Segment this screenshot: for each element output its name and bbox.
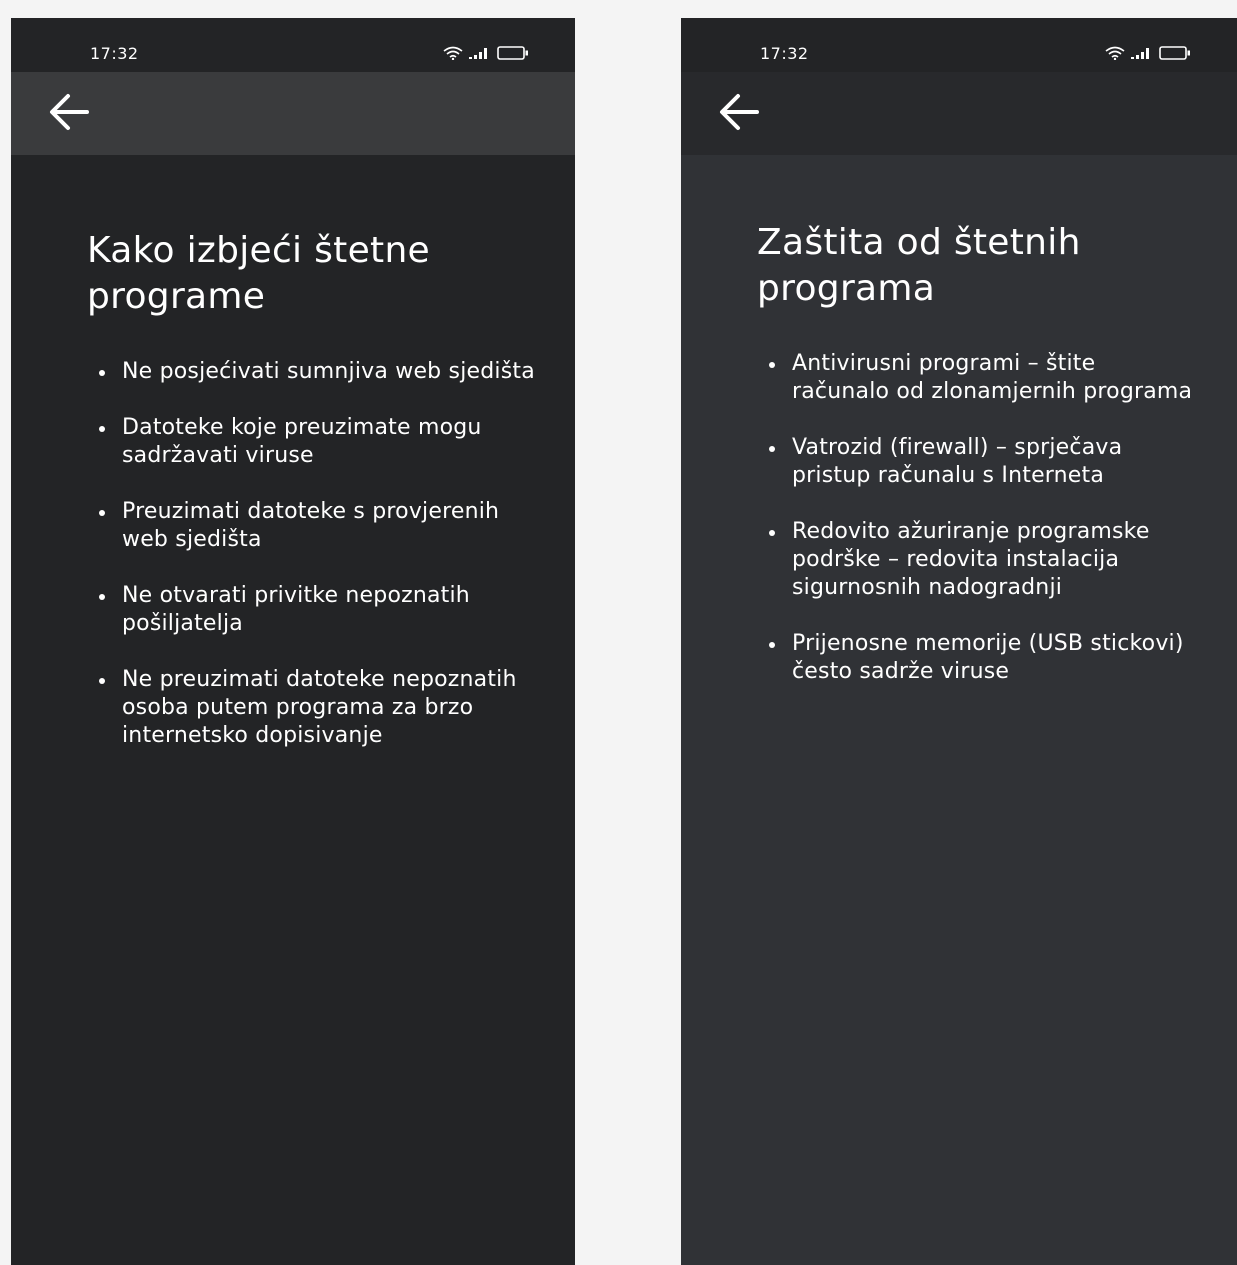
phone-screen-left: 17:32 Kako izbjeći štetne programe Ne po… <box>11 18 575 1265</box>
list-item: Prijenosne memorije (USB stickovi) često… <box>767 630 1197 686</box>
protection-list: Antivirusni programi – štite računalo od… <box>757 350 1197 686</box>
list-item: Ne otvarati privitke nepoznatih pošiljat… <box>97 582 535 638</box>
list-item: Preuzimati datoteke s provjerenih web sj… <box>97 498 535 554</box>
list-item: Ne posjećivati sumnjiva web sjedišta <box>97 358 535 386</box>
status-bar: 17:32 <box>11 18 575 72</box>
list-item: Antivirusni programi – štite računalo od… <box>767 350 1197 406</box>
list-item: Redovito ažuriranje programske podrške –… <box>767 518 1197 602</box>
phone-screen-right: 17:32 Zaštita od štetnih programa Antivi… <box>681 18 1237 1265</box>
list-item: Ne preuzimati datoteke nepoznatih osoba … <box>97 666 535 750</box>
wifi-icon <box>443 46 463 60</box>
page-title: Zaštita od štetnih programa <box>757 222 1081 309</box>
battery-icon <box>1159 46 1191 60</box>
back-button[interactable] <box>47 92 91 136</box>
arrow-left-icon <box>718 92 760 136</box>
content: Kako izbjeći štetne programe Ne posjećiv… <box>87 228 535 778</box>
content: Zaštita od štetnih programa Antivirusni … <box>757 220 1197 714</box>
back-button[interactable] <box>717 92 761 136</box>
arrow-left-icon <box>48 92 90 136</box>
app-bar <box>11 72 575 155</box>
status-icons <box>443 46 529 60</box>
status-bar: 17:32 <box>681 18 1237 72</box>
status-icons <box>1105 46 1191 60</box>
tips-list: Ne posjećivati sumnjiva web sjedišta Dat… <box>87 358 535 750</box>
signal-icon <box>469 47 491 59</box>
app-bar <box>681 72 1237 155</box>
list-item: Vatrozid (firewall) – sprječava pristup … <box>767 434 1197 490</box>
status-time: 17:32 <box>90 44 139 63</box>
signal-icon <box>1131 47 1153 59</box>
page-title: Kako izbjeći štetne programe <box>87 230 431 317</box>
status-time: 17:32 <box>760 44 809 63</box>
wifi-icon <box>1105 46 1125 60</box>
list-item: Datoteke koje preuzimate mogu sadržavati… <box>97 414 535 470</box>
battery-icon <box>497 46 529 60</box>
